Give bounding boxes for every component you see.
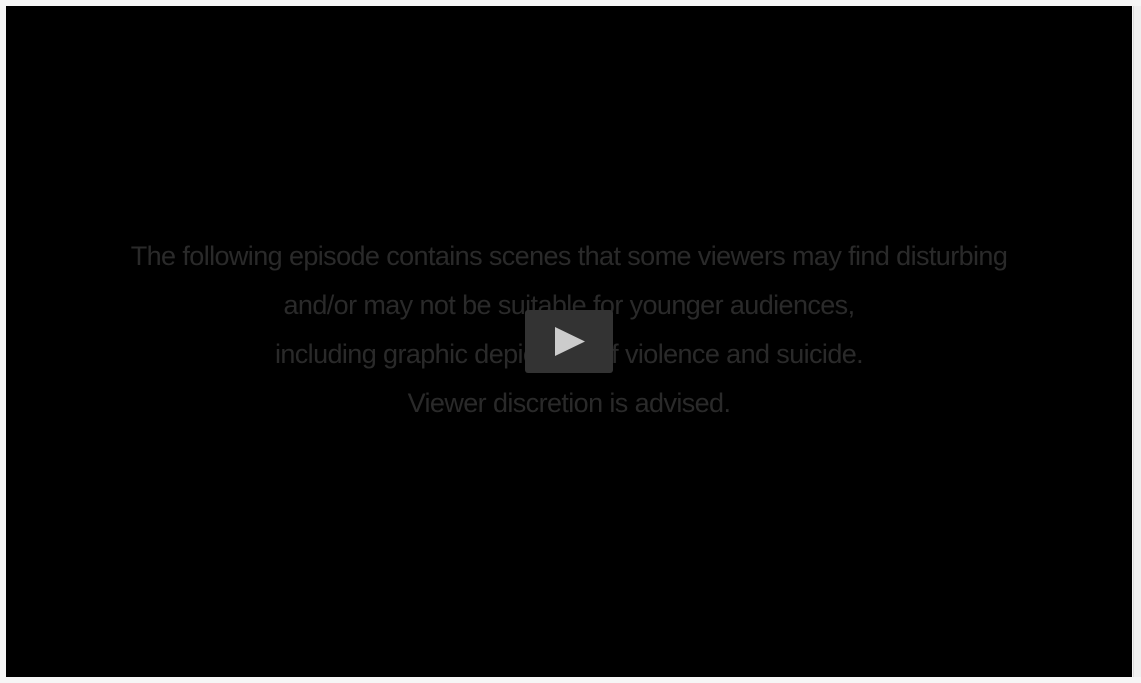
play-button[interactable] [525,310,613,373]
play-icon [555,327,585,356]
video-area[interactable]: The following episode contains scenes th… [6,6,1132,677]
page-scrollbar-edge [1133,6,1141,677]
video-player-frame: The following episode contains scenes th… [0,0,1141,683]
content-warning-line-4: Viewer discretion is advised. [407,388,731,418]
content-warning-line-1: The following episode contains scenes th… [130,241,1008,271]
